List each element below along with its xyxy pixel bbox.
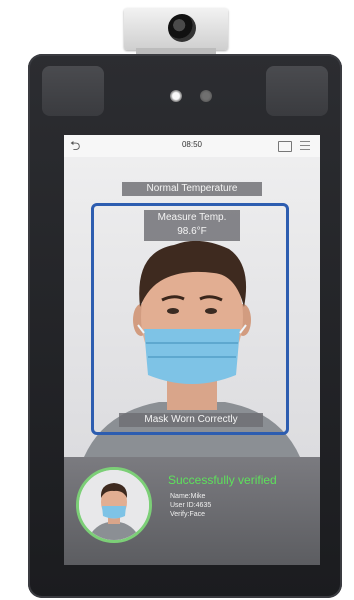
user-name: Name:Mike <box>170 493 206 500</box>
ir-light-icon <box>170 90 182 102</box>
device-screen: ⮌ 08:50 Normal Temperature Measure Temp.… <box>64 135 320 565</box>
left-sensor-window <box>42 66 104 116</box>
camera-lens-icon <box>168 14 196 42</box>
temperature-status-label: Normal Temperature <box>122 182 262 196</box>
verify-method: Verify:Face <box>170 511 206 518</box>
status-bar: ⮌ 08:50 <box>64 135 320 158</box>
verification-result-panel: Successfully verified Name:Mike User ID:… <box>64 457 320 565</box>
front-camera-icon <box>200 90 212 102</box>
verification-success-text: Successfully verified <box>168 473 277 487</box>
mask-status-label: Mask Worn Correctly <box>119 413 263 427</box>
measure-temp-label: Measure Temp. <box>157 212 227 223</box>
face-recognition-terminal: ⮌ 08:50 Normal Temperature Measure Temp.… <box>0 0 354 600</box>
thermal-camera-module <box>124 8 228 50</box>
user-photo-image <box>79 470 149 540</box>
menu-icon[interactable] <box>300 141 310 150</box>
camera-preview: Normal Temperature Measure Temp. 98.6°F … <box>64 157 320 457</box>
measure-temp-box: Measure Temp. 98.6°F <box>144 210 240 241</box>
right-sensor-window <box>266 66 328 116</box>
id-card-icon[interactable] <box>278 141 292 152</box>
temperature-value: 98.6°F <box>177 226 207 237</box>
avatar <box>76 467 152 543</box>
user-id: User ID:4635 <box>170 502 212 509</box>
